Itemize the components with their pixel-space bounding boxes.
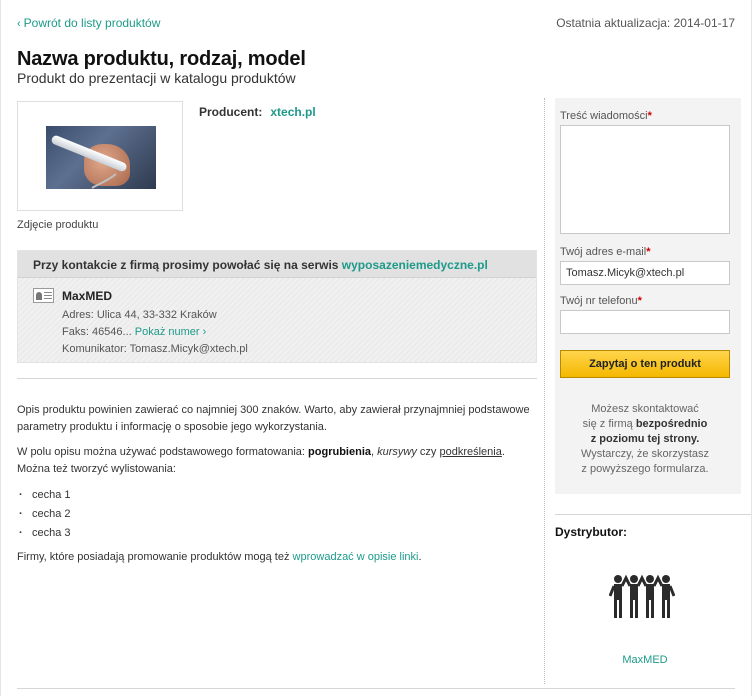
note-bold: bezpośrednio [635, 418, 708, 430]
contact-box: Przy kontakcie z firmą prosimy powołać s… [17, 250, 537, 363]
phone-label: Twój nr telefonu* [560, 295, 642, 307]
desc-link[interactable]: wprowadzać w opisie linki [293, 551, 419, 563]
company-address: Adres: Ulica 44, 33-332 Kraków [62, 309, 217, 321]
email-label: Twój adres e-mail* [560, 246, 650, 258]
contact-note: Możesz skontaktować się z firmą bezpośre… [555, 402, 735, 477]
desc-paragraph-1: Opis produktu powinien zawierać co najmn… [17, 404, 530, 433]
note-line: z powyższego formularza. [581, 463, 709, 475]
desc-text: czy [416, 446, 440, 458]
show-number-label: Pokaż numer [134, 326, 200, 338]
card-face [36, 292, 42, 300]
distributor-label: Dystrybutor: [555, 525, 628, 539]
note-text: się z firmą [582, 418, 636, 430]
page-title: Nazwa produktu, rodzaj, model [17, 48, 306, 70]
contact-notice: Przy kontakcie z firmą prosimy powołać s… [18, 251, 536, 278]
page-subtitle: Produkt do prezentacji w katalogu produk… [17, 70, 296, 86]
ask-product-button[interactable]: Zapytaj o ten produkt [560, 350, 730, 378]
desc-paragraph-2: W polu opisu można używać podstawowego f… [17, 444, 537, 478]
photo-caption: Zdjęcie produktu [17, 219, 99, 231]
top-bar: ‹ Powrót do listy produktów Ostatnia aktu… [17, 16, 735, 32]
company-messenger: Komunikator: Tomasz.Micyk@xtech.pl [62, 343, 248, 355]
producer-label: Producent: [199, 105, 263, 119]
note-line: Wystarczy, że skorzystasz [580, 448, 710, 460]
contact-notice-text: Przy kontakcie z firmą prosimy powołać s… [33, 258, 342, 272]
message-label: Treść wiadomości* [560, 110, 652, 122]
product-photo-frame[interactable] [17, 101, 183, 211]
desc-bold: pogrubienia [308, 446, 371, 458]
email-field[interactable]: Tomasz.Micyk@xtech.pl [560, 261, 730, 285]
chevron-left-icon: ‹ [17, 18, 21, 30]
company-fax: Faks: 46546... Pokaż numer › [62, 326, 206, 338]
last-update-date: 2014-01-17 [673, 16, 735, 30]
fax-text: Faks: 46546... [62, 326, 132, 338]
divider [555, 514, 751, 515]
desc-text: Firmy, które posiadają promowanie produk… [17, 551, 293, 563]
business-card-icon [33, 288, 54, 303]
company-name: MaxMED [62, 289, 113, 303]
back-to-list-link[interactable]: ‹ Powrót do listy produktów [17, 16, 160, 30]
note-line: z poziomu tej strony. [555, 432, 735, 447]
card-line [44, 295, 52, 296]
message-label-text: Treść wiadomości [560, 110, 648, 122]
required-mark: * [637, 295, 642, 307]
desc-text: W polu opisu można używać podstawowego f… [17, 446, 309, 458]
feature-item: cecha 2 [17, 505, 537, 524]
message-textarea[interactable] [560, 125, 730, 234]
desc-underline: podkreślenia [439, 446, 502, 458]
feature-item: cecha 1 [17, 486, 537, 505]
bottom-divider [17, 688, 735, 689]
desc-italic: kursywy [377, 446, 417, 458]
last-update-label: Ostatnia aktualizacja: [556, 16, 671, 30]
chevron-right-icon: › [202, 326, 207, 338]
back-link-label: Powrót do listy produktów [23, 16, 161, 30]
producer-link[interactable]: xtech.pl [270, 105, 315, 119]
desc-text: . [418, 551, 422, 563]
producer: Producent: xtech.pl [199, 105, 316, 119]
contact-notice-site[interactable]: wyposazeniemedyczne.pl [342, 258, 488, 272]
divider [17, 378, 537, 379]
required-mark: * [646, 246, 651, 258]
last-update: Ostatnia aktualizacja: 2014-01-17 [556, 16, 735, 30]
product-description: Opis produktu powinien zawierać co najmn… [17, 402, 537, 574]
note-line: Możesz skontaktować [591, 403, 699, 415]
note-line: się z firmą bezpośrednio [555, 417, 735, 432]
required-mark: * [647, 110, 652, 122]
phone-field[interactable] [560, 310, 730, 334]
card-line [44, 292, 52, 293]
column-separator [544, 98, 545, 684]
feature-item: cecha 3 [17, 524, 537, 543]
desc-paragraph-3: Firmy, które posiadają promowanie produk… [17, 549, 537, 566]
email-label-text: Twój adres e-mail [560, 246, 647, 258]
show-number-link[interactable]: Pokaż numer › [135, 326, 207, 338]
phone-label-text: Twój nr telefonu [560, 295, 638, 307]
photo-cable [91, 173, 117, 189]
inquiry-form: Treść wiadomości* Twój adres e-mail* Tom… [555, 98, 741, 494]
card-line [44, 298, 52, 299]
product-photo[interactable] [46, 126, 156, 189]
note-bold: z poziomu tej strony. [590, 433, 700, 445]
people-group-icon[interactable] [609, 574, 675, 620]
distributor-link[interactable]: MaxMED [555, 654, 735, 666]
